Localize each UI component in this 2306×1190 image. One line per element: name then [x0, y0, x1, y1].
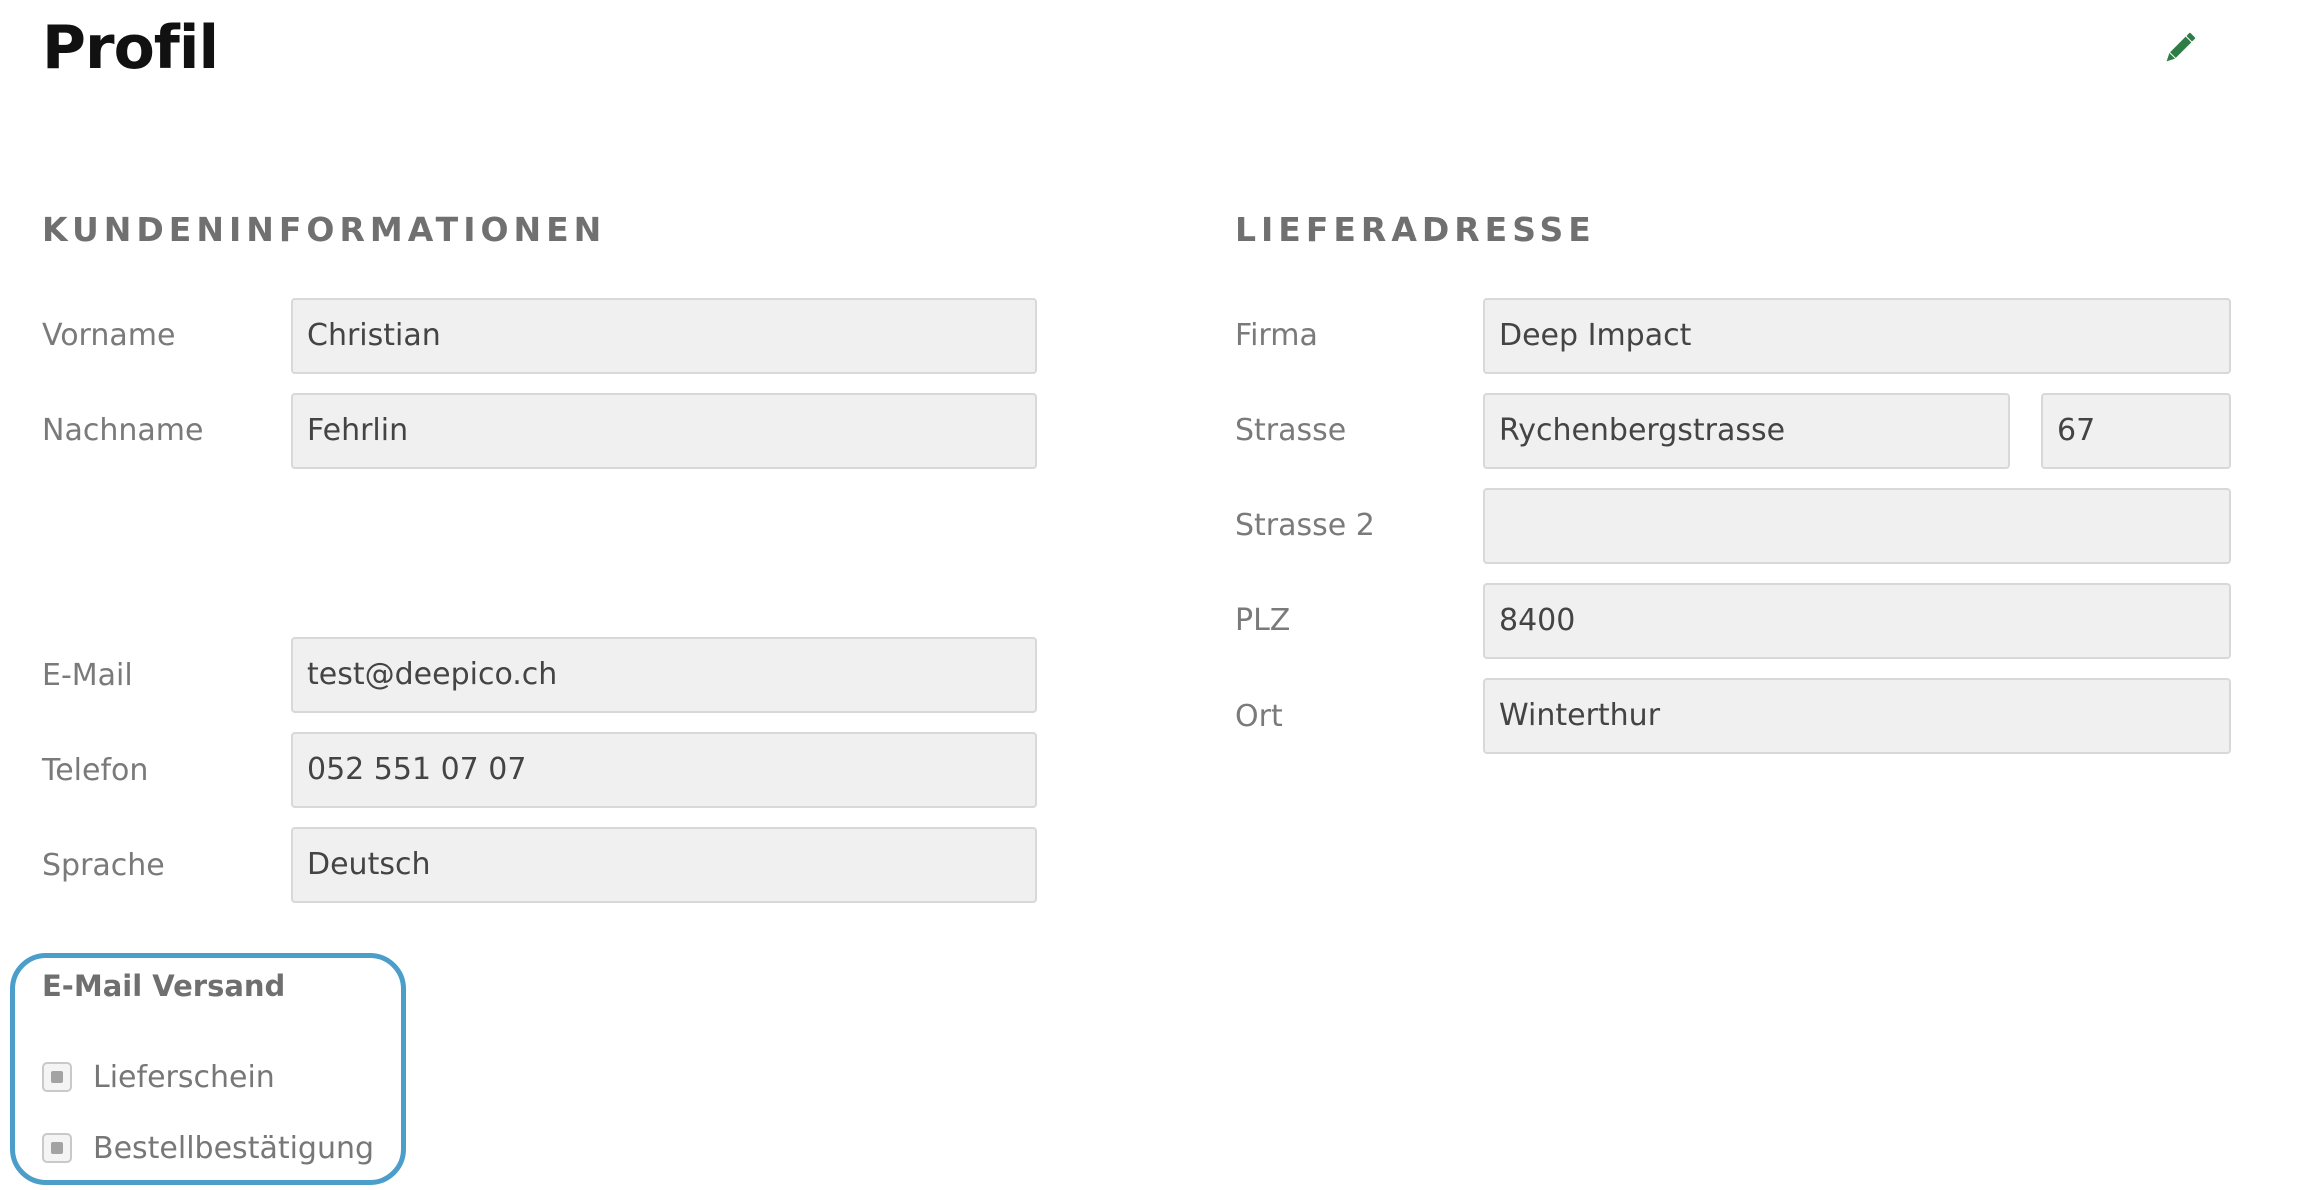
- street2-field[interactable]: [1483, 488, 2231, 564]
- email-label: E-Mail: [42, 658, 133, 693]
- street2-label: Strasse 2: [1235, 508, 1375, 543]
- city-field[interactable]: Winterthur: [1483, 678, 2231, 754]
- delivery-note-checkbox[interactable]: [42, 1062, 72, 1092]
- email-field[interactable]: test@deepico.ch: [291, 637, 1037, 713]
- company-label: Firma: [1235, 318, 1318, 353]
- zip-label: PLZ: [1235, 603, 1291, 638]
- checkbox-mark: [51, 1071, 63, 1083]
- first-name-field[interactable]: Christian: [291, 298, 1037, 374]
- street-field[interactable]: Rychenbergstrasse: [1483, 393, 2010, 469]
- order-confirmation-checkbox[interactable]: [42, 1133, 72, 1163]
- email-dispatch-title: E-Mail Versand: [42, 969, 286, 1003]
- first-name-label: Vorname: [42, 318, 176, 353]
- language-select[interactable]: Deutsch: [291, 827, 1037, 903]
- zip-field[interactable]: 8400: [1483, 583, 2231, 659]
- checkbox-mark: [51, 1142, 63, 1154]
- delivery-address-heading: LIEFERADRESSE: [1235, 210, 1596, 249]
- last-name-label: Nachname: [42, 413, 204, 448]
- pencil-icon: [2166, 32, 2196, 62]
- delivery-note-label[interactable]: Lieferschein: [93, 1058, 275, 1098]
- company-field[interactable]: Deep Impact: [1483, 298, 2231, 374]
- house-number-field[interactable]: 67: [2041, 393, 2231, 469]
- phone-field[interactable]: 052 551 07 07: [291, 732, 1037, 808]
- order-confirmation-label[interactable]: Bestellbestätigung: [93, 1129, 374, 1169]
- street-label: Strasse: [1235, 413, 1347, 448]
- edit-profile-button[interactable]: [2158, 26, 2202, 70]
- phone-label: Telefon: [42, 753, 149, 788]
- page-title: Profil: [42, 13, 219, 83]
- language-label: Sprache: [42, 848, 165, 883]
- customer-info-heading: KUNDENINFORMATIONEN: [42, 210, 607, 249]
- city-label: Ort: [1235, 699, 1283, 734]
- last-name-field[interactable]: Fehrlin: [291, 393, 1037, 469]
